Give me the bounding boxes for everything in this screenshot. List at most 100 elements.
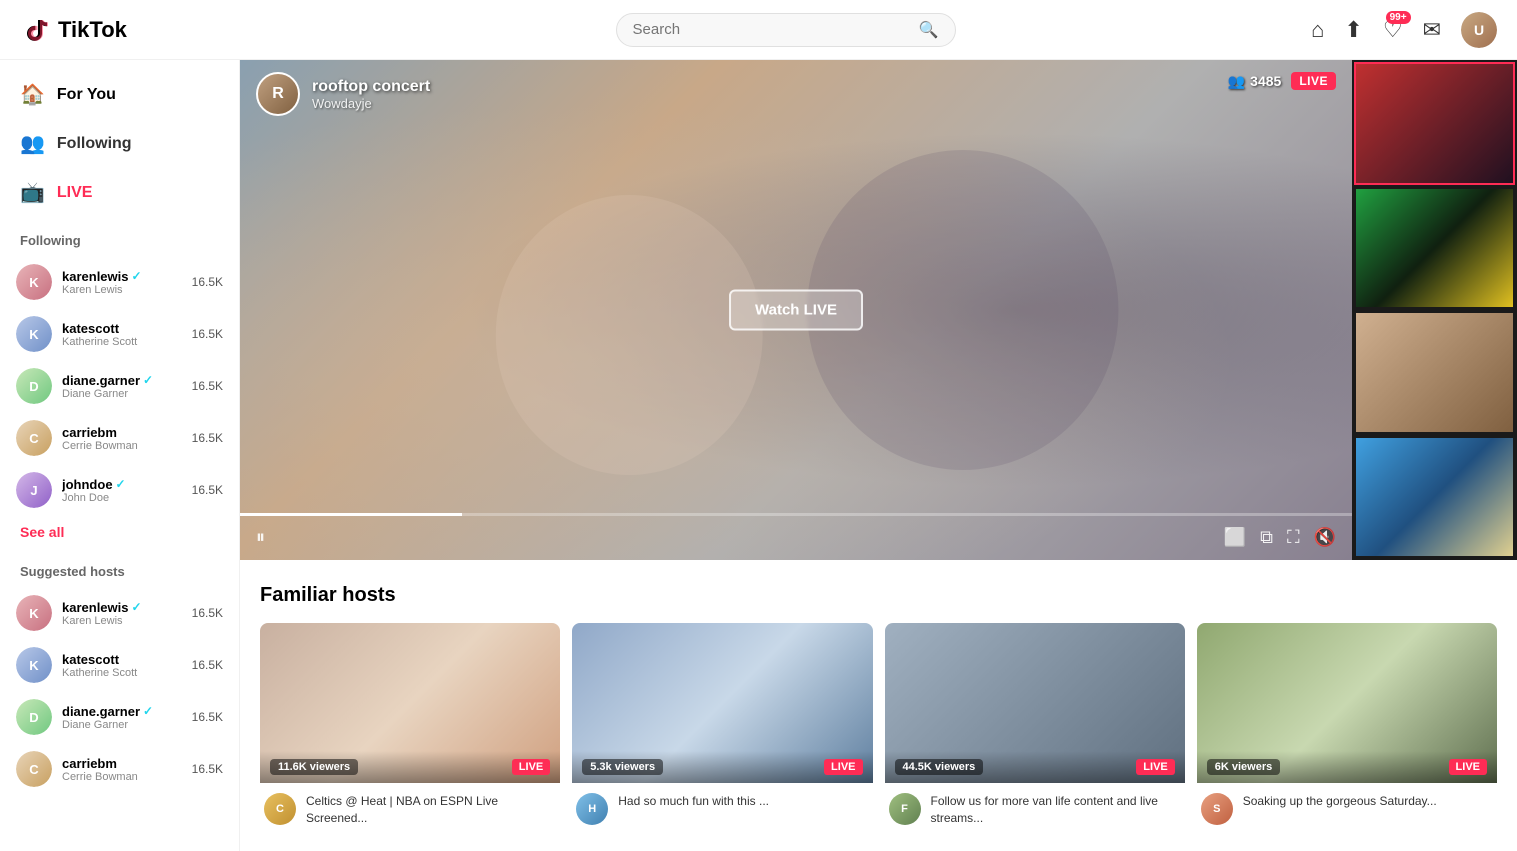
sidebar: 🏠 For You 👥 Following 📺 LIVE Following K… <box>0 60 240 851</box>
avatar: U <box>1461 12 1497 48</box>
header-icons: ⌂ ⬆ ♡ 99+ ✉ U <box>1311 12 1497 48</box>
sidebar-item-live[interactable]: 📺 LIVE <box>0 168 239 217</box>
host-avatar-3: F <box>889 793 921 825</box>
live-tag-4: LIVE <box>1449 759 1487 775</box>
suggested-item-dianegarner[interactable]: D diane.garner ✓ Diane Garner 16.5K <box>0 691 239 743</box>
see-all-button[interactable]: See all <box>0 516 84 548</box>
host-card-4[interactable]: 6K viewers LIVE S Soaking up the gorgeou… <box>1197 623 1497 831</box>
viewers-badge-4: 6K viewers <box>1207 759 1280 775</box>
host-avatar-1: C <box>264 793 296 825</box>
host-desc-1: Celtics @ Heat | NBA on ESPN Live Screen… <box>306 793 556 827</box>
following-count-karenlewis: 16.5K <box>192 275 223 289</box>
home-nav-icon: 🏠 <box>20 82 45 107</box>
side-thumbnails <box>1352 60 1517 560</box>
viewers-badge-1: 11.6K viewers <box>270 759 358 775</box>
message-button[interactable]: ✉ <box>1423 17 1441 43</box>
viewer-count: 👥 3485 <box>1228 73 1282 90</box>
search-input-wrap: 🔍 <box>616 13 956 47</box>
host-thumb-3: 44.5K viewers LIVE <box>885 623 1185 783</box>
message-icon: ✉ <box>1423 17 1441 42</box>
following-item-katescott[interactable]: K katescott Katherine Scott 16.5K <box>0 308 239 360</box>
following-handle-karenlewis: Karen Lewis <box>62 284 182 296</box>
live-badge: LIVE <box>1291 72 1336 90</box>
host-desc-2: Had so much fun with this ... <box>618 793 868 810</box>
watch-live-button[interactable]: Watch LIVE <box>729 290 863 331</box>
thumbnail-item-2[interactable] <box>1354 187 1515 310</box>
content-area: R rooftop concert Wowdayje 👥 3485 LIVE W… <box>240 60 1517 851</box>
live-tag-1: LIVE <box>512 759 550 775</box>
suggested-item-katescott[interactable]: K katescott Katherine Scott 16.5K <box>0 639 239 691</box>
following-item-karenlewis[interactable]: K karenlewis ✓ Karen Lewis 16.5K <box>0 256 239 308</box>
search-button[interactable]: 🔍 <box>919 20 939 40</box>
hosts-grid: 11.6K viewers LIVE C Celtics @ Heat | NB… <box>260 623 1497 831</box>
home-icon: ⌂ <box>1311 17 1324 42</box>
logo-text: TikTok <box>58 17 127 43</box>
host-avatar-4: S <box>1201 793 1233 825</box>
sidebar-item-following[interactable]: 👥 Following <box>0 119 239 168</box>
following-label: Following <box>57 135 132 153</box>
host-avatar-2: H <box>576 793 608 825</box>
thumbnail-item-3[interactable] <box>1354 311 1515 434</box>
viewers-badge-3: 44.5K viewers <box>895 759 984 775</box>
theater-mode-button[interactable]: ⬜ <box>1224 527 1246 548</box>
live-tag-3: LIVE <box>1136 759 1174 775</box>
upload-button[interactable]: ⬆ <box>1344 17 1362 43</box>
following-item-johndoe[interactable]: J johndoe ✓ John Doe 16.5K <box>0 464 239 516</box>
live-label: LIVE <box>57 184 93 202</box>
suggested-item-carriebm[interactable]: C carriebm Cerrie Bowman 16.5K <box>0 743 239 795</box>
streamer-avatar: R <box>256 72 300 116</box>
host-card-3[interactable]: 44.5K viewers LIVE F Follow us for more … <box>885 623 1185 831</box>
host-card-1[interactable]: 11.6K viewers LIVE C Celtics @ Heat | NB… <box>260 623 560 831</box>
following-name-karenlewis: karenlewis ✓ <box>62 269 182 284</box>
live-player-section: R rooftop concert Wowdayje 👥 3485 LIVE W… <box>240 60 1517 560</box>
home-button[interactable]: ⌂ <box>1311 17 1324 43</box>
host-thumb-1: 11.6K viewers LIVE <box>260 623 560 783</box>
suggested-item-karenlewis[interactable]: K karenlewis ✓ Karen Lewis 16.5K <box>0 587 239 639</box>
following-item-dianegarner[interactable]: D diane.garner ✓ Diane Garner 16.5K <box>0 360 239 412</box>
live-nav-icon: 📺 <box>20 180 45 205</box>
stream-stats-overlay: 👥 3485 LIVE <box>1228 72 1336 90</box>
host-desc-4: Soaking up the gorgeous Saturday... <box>1243 793 1493 810</box>
thumbnail-item-4[interactable] <box>1354 436 1515 559</box>
suggested-hosts-title: Suggested hosts <box>0 548 239 587</box>
main-video[interactable]: R rooftop concert Wowdayje 👥 3485 LIVE W… <box>240 60 1352 560</box>
viewers-badge-2: 5.3k viewers <box>582 759 663 775</box>
for-you-label: For You <box>57 86 116 104</box>
video-progress-bar[interactable] <box>240 513 1352 516</box>
familiar-hosts-section: Familiar hosts 11.6K viewers LIVE C Celt… <box>240 560 1517 847</box>
profile-button[interactable]: U <box>1461 12 1497 48</box>
stream-user: Wowdayje <box>312 96 430 111</box>
tiktok-logo-icon <box>20 14 52 46</box>
stream-info-overlay: R rooftop concert Wowdayje <box>256 72 430 116</box>
host-desc-3: Follow us for more van life content and … <box>931 793 1181 827</box>
thumbnail-item-1[interactable] <box>1354 62 1515 185</box>
following-item-carriebm[interactable]: C carriebm Cerrie Bowman 16.5K <box>0 412 239 464</box>
following-nav-icon: 👥 <box>20 131 45 156</box>
host-thumb-2: 5.3k viewers LIVE <box>572 623 872 783</box>
pause-button[interactable]: ⏸ <box>256 527 265 548</box>
mute-button[interactable]: 🔇 <box>1314 527 1336 548</box>
logo[interactable]: TikTok <box>20 14 260 46</box>
following-section-title: Following <box>0 217 239 256</box>
notification-badge: 99+ <box>1386 11 1411 24</box>
sidebar-item-for-you[interactable]: 🏠 For You <box>0 70 239 119</box>
main-layout: 🏠 For You 👥 Following 📺 LIVE Following K… <box>0 60 1517 851</box>
host-thumb-4: 6K viewers LIVE <box>1197 623 1497 783</box>
header: TikTok 🔍 ⌂ ⬆ ♡ 99+ ✉ U <box>0 0 1517 60</box>
search-bar: 🔍 <box>260 13 1311 47</box>
stream-title: rooftop concert <box>312 78 430 96</box>
familiar-hosts-title: Familiar hosts <box>260 584 1497 607</box>
live-tag-2: LIVE <box>824 759 862 775</box>
fullscreen-button[interactable]: ⛶ <box>1287 527 1300 548</box>
verified-icon: ✓ <box>143 373 153 387</box>
search-input[interactable] <box>633 21 919 38</box>
notification-button[interactable]: ♡ 99+ <box>1383 17 1403 43</box>
video-controls: ⏸ ⬜ ⧉ ⛶ 🔇 <box>256 527 1336 548</box>
verified-icon: ✓ <box>132 269 142 283</box>
pip-button[interactable]: ⧉ <box>1260 527 1273 548</box>
upload-icon: ⬆ <box>1344 17 1362 42</box>
viewers-icon: 👥 <box>1228 73 1245 90</box>
verified-icon: ✓ <box>116 477 126 491</box>
video-progress-fill <box>240 513 462 516</box>
host-card-2[interactable]: 5.3k viewers LIVE H Had so much fun with… <box>572 623 872 831</box>
